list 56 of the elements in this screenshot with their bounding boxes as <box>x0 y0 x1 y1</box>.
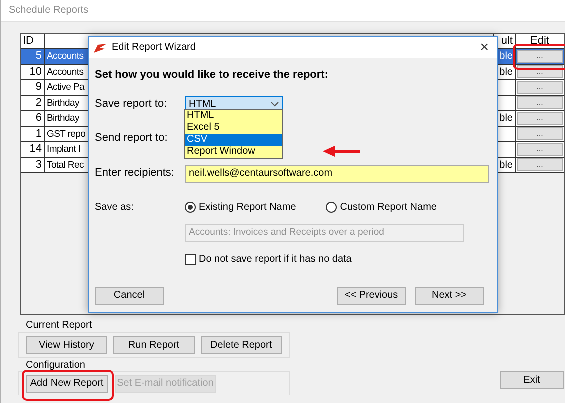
table-cell: Implant I <box>45 142 88 158</box>
column-header: ID <box>21 34 45 49</box>
dialog-title: Edit Report Wizard <box>112 41 197 55</box>
group-title: Current Report <box>25 320 94 332</box>
recipients-field[interactable]: neil.wells@centaursoftware.com <box>185 164 489 182</box>
edit-button[interactable]: ... <box>517 142 563 156</box>
window-title: Schedule Reports <box>9 4 88 18</box>
table-cell: 6 <box>21 111 45 126</box>
dropdown-option[interactable]: Excel 5 <box>185 122 282 134</box>
table-cell: 1 <box>21 126 45 142</box>
field-label: Save report to: <box>95 97 168 112</box>
next-button[interactable]: Next >> <box>415 286 484 304</box>
table-cell: GST repo <box>45 126 88 142</box>
table-cell: Total Rec <box>45 158 88 173</box>
chevron-down-icon <box>271 102 279 107</box>
table-cell: 14 <box>21 142 45 158</box>
field-label: Enter recipients: <box>95 166 176 182</box>
table-cell: 3 <box>21 158 45 173</box>
dialog-heading: Set how you would like to receive the report: <box>95 68 330 83</box>
group-title: Configuration <box>25 361 86 371</box>
field-label: Send report to: <box>95 131 169 146</box>
table-cell: Birthday <box>45 111 88 126</box>
edit-button[interactable]: ... <box>517 127 563 140</box>
table-cell: Accounts <box>45 49 88 64</box>
field-label: Save as: <box>95 201 135 215</box>
button[interactable]: Delete Report <box>200 336 282 354</box>
arrow-annotation <box>323 146 360 157</box>
edit-button[interactable]: ... <box>517 80 563 94</box>
table-cell: Active Pa <box>45 80 88 96</box>
dropdown-option[interactable]: CSV <box>185 134 282 146</box>
dropdown-option[interactable]: Report Window <box>185 146 282 158</box>
table-cell: Birthday <box>45 96 88 111</box>
close-button[interactable]: × <box>477 40 492 55</box>
table-cell: 10 <box>21 64 45 80</box>
radio-button[interactable] <box>326 202 338 213</box>
app-logo-icon <box>94 42 107 52</box>
edit-button[interactable]: ... <box>517 112 563 125</box>
radio-label: Existing Report Name <box>199 201 296 215</box>
checkbox[interactable] <box>185 254 196 264</box>
table-cell: 5 <box>21 49 45 64</box>
cancel-button[interactable]: Cancel <box>95 286 164 304</box>
highlight-annotation <box>513 44 565 70</box>
table-cell: Accounts <box>45 64 88 80</box>
exit-button[interactable]: Exit <box>500 371 564 389</box>
radio-label: Custom Report Name <box>340 201 437 215</box>
radio-button[interactable] <box>185 202 196 213</box>
edit-button[interactable]: ... <box>517 96 563 110</box>
table-cell: 9 <box>21 80 45 96</box>
edit-button[interactable]: ... <box>517 50 563 63</box>
button[interactable]: View History <box>26 336 108 354</box>
checkbox-label: Do not save report if it has no data <box>199 252 352 266</box>
button[interactable]: Add New Report <box>26 374 108 392</box>
previous-button[interactable]: << Previous <box>337 286 406 304</box>
table-cell: 2 <box>21 96 45 111</box>
button[interactable]: Run Report <box>113 336 195 354</box>
edit-button[interactable]: ... <box>517 158 563 172</box>
